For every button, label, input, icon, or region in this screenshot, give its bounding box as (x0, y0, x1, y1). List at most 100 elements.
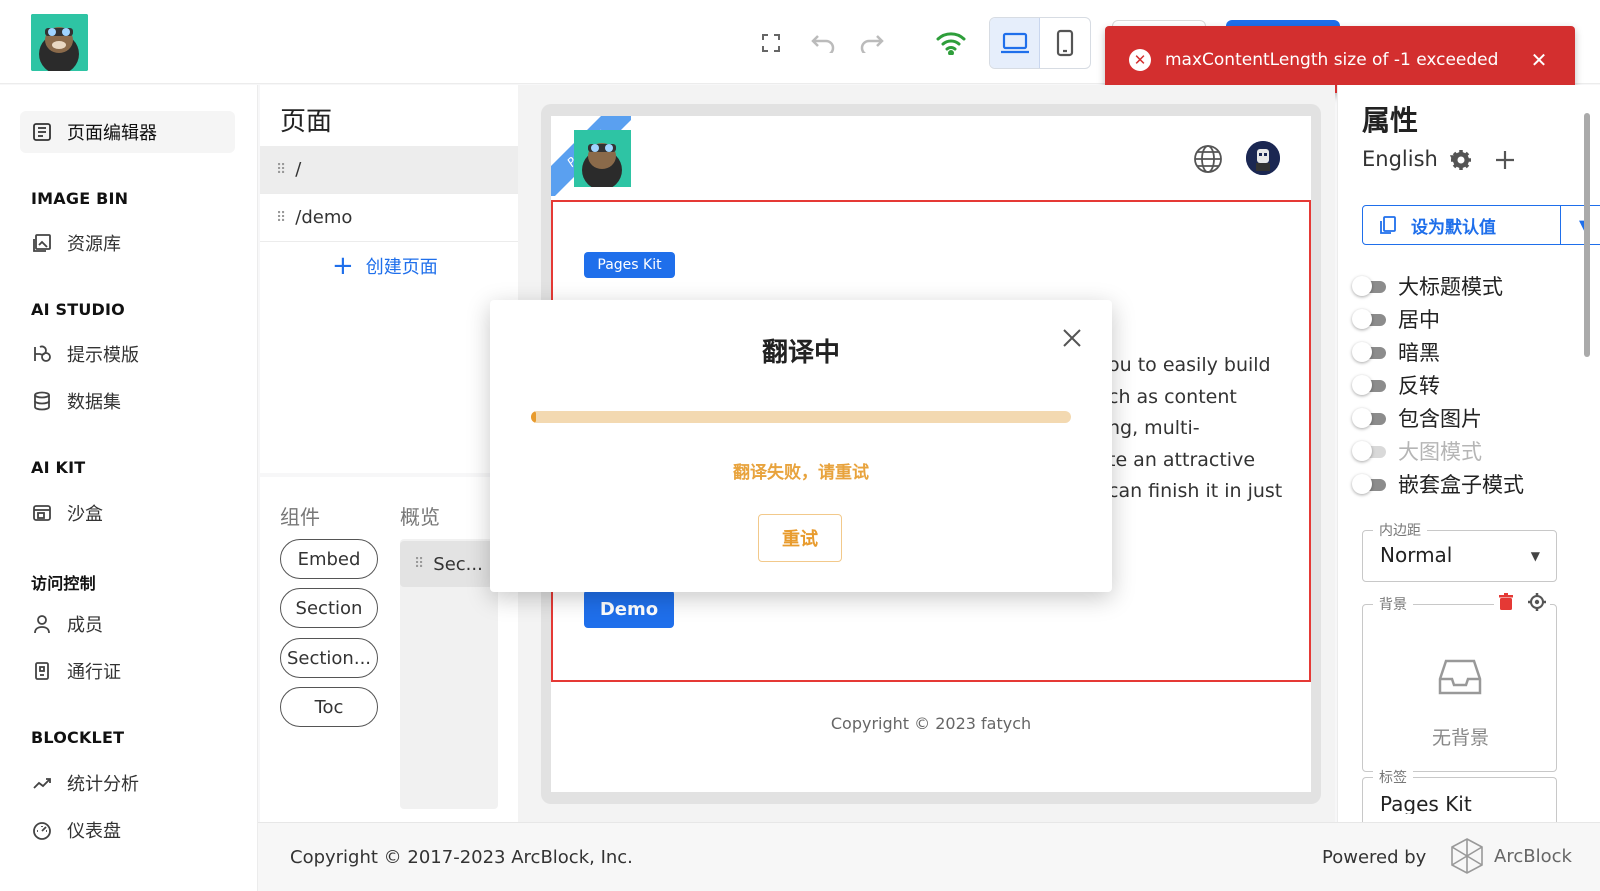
toggle-switch[interactable] (1352, 276, 1390, 296)
preview-logo (574, 130, 631, 187)
globe-icon[interactable] (1192, 143, 1224, 175)
sidebar-item-prompt-templates[interactable]: 提示模版 (20, 333, 235, 375)
gear-icon[interactable] (1528, 593, 1546, 611)
toggle-switch[interactable] (1352, 342, 1390, 362)
component-chip[interactable]: Section (280, 588, 378, 628)
demo-button[interactable]: Demo (584, 590, 674, 628)
sidebar-section-blocklet: BLOCKLET (31, 728, 125, 747)
desktop-icon[interactable] (990, 18, 1040, 68)
sidebar-section-access-control: 访问控制 (31, 574, 96, 593)
component-chip[interactable]: Toc (280, 687, 378, 727)
arcblock-icon (1451, 838, 1483, 874)
close-icon[interactable]: ✕ (1527, 48, 1551, 72)
sidebar-section-image-bin: IMAGE BIN (31, 189, 129, 208)
sidebar-item-label: 通行证 (67, 662, 121, 683)
toggle-large-title[interactable]: 大标题模式 (1352, 271, 1503, 301)
toggle-include-image[interactable]: 包含图片 (1352, 403, 1482, 433)
close-icon[interactable] (1058, 324, 1086, 352)
toggle-center[interactable]: 居中 (1352, 304, 1440, 334)
passport-icon (31, 660, 53, 682)
tab-components[interactable]: 组件 (280, 501, 320, 530)
tag-legend: 标签 (1373, 767, 1413, 787)
sidebar-item-label: 成员 (67, 615, 103, 636)
tab-overview[interactable]: 概览 (400, 501, 440, 530)
mobile-icon[interactable] (1040, 18, 1090, 68)
fullscreen-icon[interactable] (754, 26, 788, 60)
preview-copyright: Copyright © 2023 fatych (830, 714, 1032, 733)
gear-icon[interactable] (1448, 147, 1474, 173)
footer-powered-by: Powered by (1322, 847, 1427, 868)
image-library-icon (31, 232, 53, 254)
footer-copyright: Copyright © 2017-2023 ArcBlock, Inc. (290, 847, 633, 868)
error-toast: ✕ maxContentLength size of -1 exceeded ✕ (1105, 26, 1575, 93)
plus-icon[interactable] (1492, 147, 1518, 173)
drag-handle-icon[interactable]: ⠿ (276, 210, 286, 226)
padding-select[interactable]: 内边距 Normal ▼ (1362, 520, 1557, 582)
create-page-button[interactable]: + 创建页面 (332, 253, 438, 279)
toggle-label: 嵌套盒子模式 (1398, 473, 1524, 497)
wifi-icon (934, 26, 968, 60)
preview-text-line: te an attractive (1108, 448, 1256, 471)
page-path: / (295, 159, 302, 180)
document-icon (31, 121, 53, 143)
sidebar-item-passports[interactable]: 通行证 (20, 650, 235, 692)
scroll-thumb[interactable] (1584, 113, 1590, 357)
footer-brand-name: ArcBlock (1494, 845, 1572, 867)
page-row-root[interactable]: ⠿ / (260, 146, 518, 194)
toggle-label: 反转 (1398, 374, 1440, 398)
redo-icon[interactable] (856, 26, 890, 60)
preview-text-line: ng, multi- (1108, 417, 1200, 439)
component-chip[interactable]: Section... (280, 638, 378, 678)
toggle-switch[interactable] (1352, 408, 1390, 428)
retry-button[interactable]: 重试 (758, 514, 842, 562)
toast-message: maxContentLength size of -1 exceeded (1165, 49, 1499, 70)
drag-handle-icon[interactable]: ⠿ (276, 162, 286, 178)
sidebar-section-ai-kit: AI KIT (31, 458, 86, 477)
create-page-label: 创建页面 (365, 257, 438, 278)
prompt-icon (31, 343, 53, 365)
sidebar-item-dashboard[interactable]: 仪表盘 (20, 809, 235, 851)
toggle-reverse[interactable]: 反转 (1352, 370, 1440, 400)
sidebar-item-sandbox[interactable]: 沙盒 (20, 492, 235, 534)
drag-handle-icon[interactable]: ⠿ (414, 556, 424, 572)
toggle-switch[interactable] (1352, 474, 1390, 494)
toggle-switch[interactable] (1352, 309, 1390, 329)
sidebar-item-page-editor[interactable]: 页面编辑器 (20, 111, 235, 153)
sidebar-item-label: 资源库 (67, 234, 121, 255)
sidebar-item-members[interactable]: 成员 (20, 603, 235, 645)
arcblock-logo[interactable]: ArcBlock (1450, 837, 1572, 875)
error-message: 翻译失败，请重试 (733, 463, 869, 483)
preview-body-text: ou to easily build ch as content ng, mul… (1108, 350, 1308, 508)
sandbox-icon (31, 502, 53, 524)
component-chip[interactable]: Embed (280, 539, 378, 579)
pages-kit-chip: Pages Kit (584, 252, 675, 278)
sidebar-item-label: 仪表盘 (67, 821, 121, 842)
page-path: /demo (295, 207, 353, 228)
page-row-demo[interactable]: ⠿ /demo (260, 194, 518, 242)
preview-text-line: ch as content (1108, 385, 1237, 408)
copy-icon (1380, 216, 1396, 234)
toggle-nested-box[interactable]: 嵌套盒子模式 (1352, 469, 1524, 499)
sidebar-item-analytics[interactable]: 统计分析 (20, 762, 235, 804)
preview-text-line: can finish it in just (1108, 480, 1283, 502)
toggle-dark[interactable]: 暗黑 (1352, 337, 1440, 367)
app-logo[interactable] (31, 14, 88, 71)
pages-panel: 页面 ⠿ / ⠿ /demo + 创建页面 (260, 85, 518, 473)
overview-list: ⠿ Sec... (400, 539, 498, 809)
avatar[interactable] (1246, 141, 1280, 175)
trash-icon[interactable] (1498, 593, 1514, 611)
user-icon (31, 613, 53, 635)
language-select[interactable]: English ▼ (1362, 147, 1459, 171)
toggle-label: 居中 (1398, 308, 1440, 332)
sidebar-item-resources[interactable]: 资源库 (20, 222, 235, 264)
database-icon (31, 390, 53, 412)
sidebar-item-datasets[interactable]: 数据集 (20, 380, 235, 422)
set-default-button[interactable]: 设为默认值 (1362, 205, 1561, 245)
properties-panel: 属性 English ▼ 设为默认值 ▼ 大标题模式 居中 暗黑 反转 包含图片… (1337, 85, 1600, 837)
undo-icon[interactable] (805, 26, 839, 60)
overview-item[interactable]: ⠿ Sec... (400, 541, 498, 587)
toggle-switch (1352, 441, 1390, 461)
properties-scrollbar[interactable] (1580, 95, 1592, 815)
language-value: English (1362, 147, 1438, 171)
toggle-switch[interactable] (1352, 375, 1390, 395)
